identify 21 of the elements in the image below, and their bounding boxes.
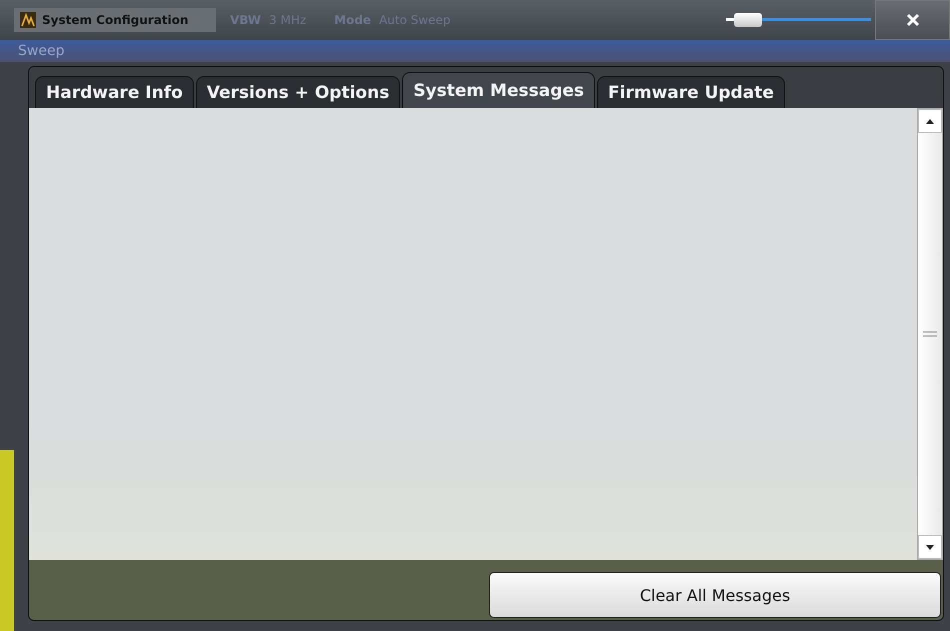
- down-arrow-icon: [926, 544, 934, 550]
- background-label: VBW: [230, 13, 262, 27]
- close-button[interactable]: [875, 0, 950, 40]
- tab[interactable]: Versions + Options: [196, 76, 400, 108]
- background-value: 3 MHz: [269, 13, 306, 27]
- scroll-up-button[interactable]: [918, 109, 942, 133]
- background-label: Mode: [334, 13, 372, 27]
- clear-messages-button[interactable]: Clear All Messages: [489, 572, 941, 618]
- tab[interactable]: Firmware Update: [597, 76, 785, 108]
- tab[interactable]: Hardware Info: [35, 76, 194, 108]
- close-icon: [906, 13, 920, 27]
- background-heading: Sweep: [18, 43, 64, 59]
- scroll-grip-icon: [923, 331, 937, 337]
- app-logo-icon: [20, 12, 36, 28]
- scroll-down-button[interactable]: [918, 535, 942, 559]
- slider-thumb[interactable]: [734, 13, 762, 27]
- up-arrow-icon: [926, 118, 934, 124]
- window-title: System Configuration: [42, 13, 188, 27]
- tab[interactable]: System Messages: [402, 72, 596, 108]
- background-value: Auto Sweep: [379, 13, 451, 27]
- scrollbar[interactable]: [917, 108, 943, 560]
